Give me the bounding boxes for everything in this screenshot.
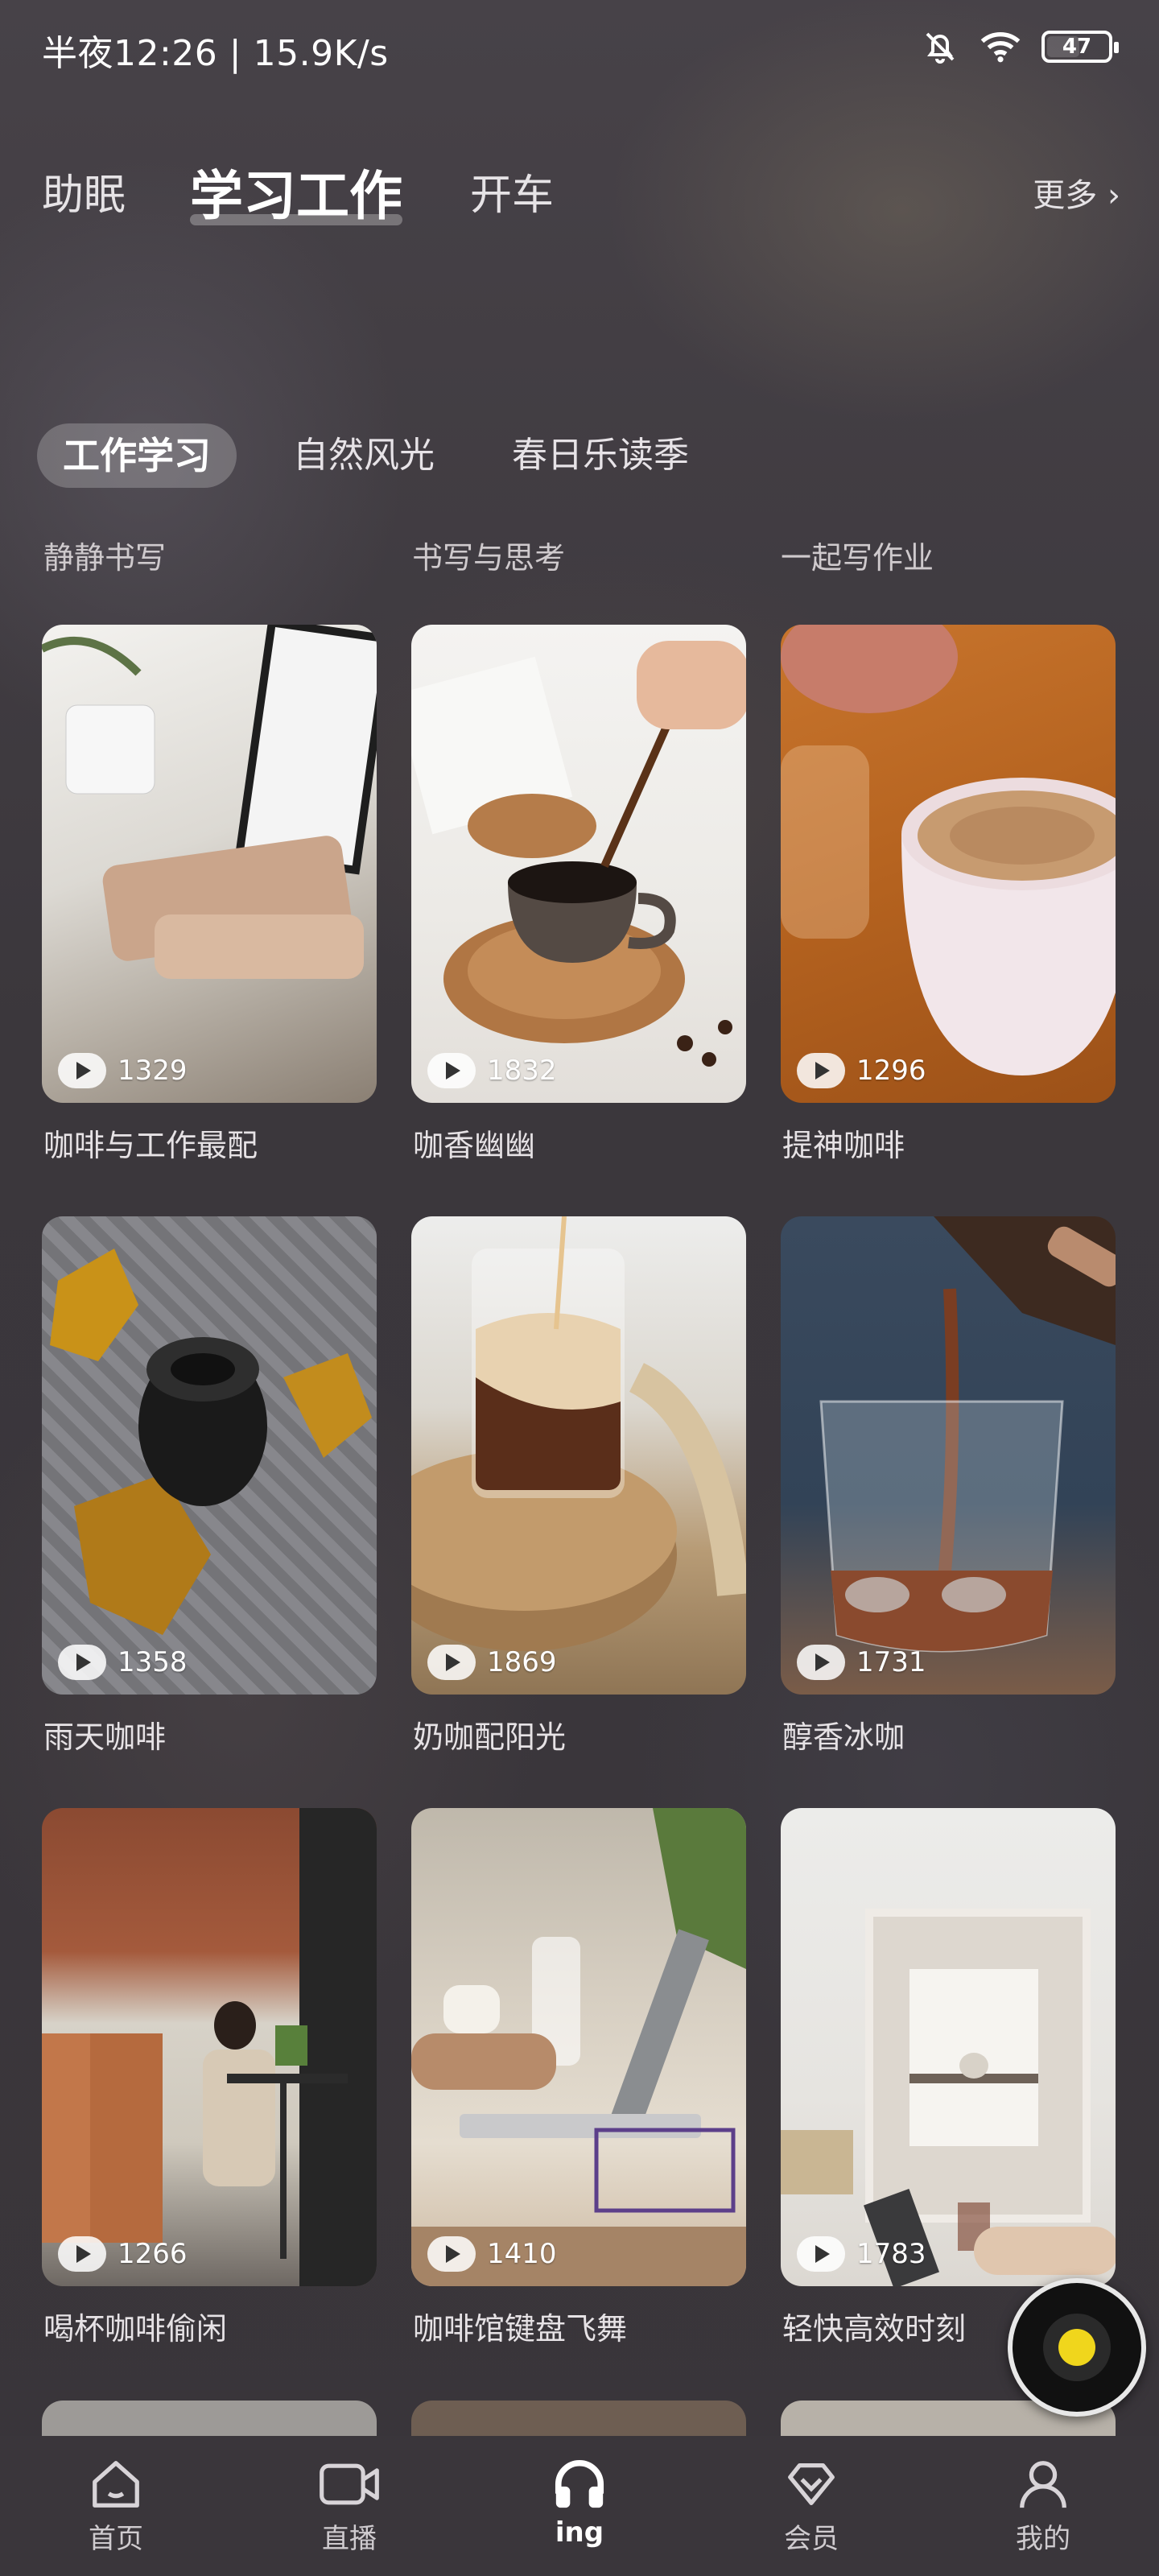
- card-image: [42, 1808, 377, 2286]
- card-image: [411, 641, 746, 1067]
- play-icon: [797, 1645, 845, 1680]
- card-title[interactable]: 咖啡馆键盘飞舞: [413, 2304, 627, 2348]
- nav-profile[interactable]: 我的: [987, 2452, 1099, 2556]
- card-image: [42, 625, 377, 979]
- card-image: [819, 1216, 1116, 1653]
- battery-icon: 47: [1041, 31, 1119, 63]
- vip-diamond-icon: [788, 2463, 835, 2505]
- floating-player-button[interactable]: [1008, 2278, 1146, 2417]
- play-icon: [427, 1053, 476, 1088]
- card-image: [411, 1808, 746, 2286]
- bottom-navigation: 首页 直播 ing 会员 我的: [0, 2436, 1159, 2576]
- play-icon: [427, 1645, 476, 1680]
- play-count: 1731: [797, 1645, 926, 1680]
- nav-label: 我的: [1016, 2523, 1070, 2555]
- card-cafe-keyboard[interactable]: 1410: [411, 1808, 746, 2286]
- play-icon: [427, 2236, 476, 2272]
- nav-vip[interactable]: 会员: [755, 2452, 868, 2556]
- wifi-icon: [980, 32, 1021, 63]
- play-count: 1869: [427, 1645, 557, 1680]
- card-coffee-break[interactable]: 1266: [42, 1808, 377, 2286]
- nav-ing[interactable]: ing: [523, 2452, 636, 2549]
- play-count: 1266: [58, 2236, 188, 2272]
- tab-study-work[interactable]: 学习工作: [190, 153, 402, 230]
- play-count: 1329: [58, 1053, 188, 1088]
- card-image: [42, 1216, 377, 1695]
- card-coffee-work[interactable]: 1329: [42, 625, 377, 1103]
- section-label[interactable]: 一起写作业: [781, 533, 934, 577]
- play-icon: [797, 2236, 845, 2272]
- nav-label: 直播: [322, 2523, 377, 2555]
- play-count: 1296: [797, 1053, 926, 1088]
- card-image: [781, 1909, 1116, 2286]
- card-peek[interactable]: [411, 2401, 746, 2436]
- home-icon: [93, 2461, 139, 2508]
- vinyl-label-dot: [1058, 2329, 1095, 2366]
- sub-tabs: 工作学习 自然风光 春日乐读季: [37, 423, 1132, 488]
- play-count: 1410: [427, 2236, 557, 2272]
- card-image: [781, 625, 1116, 1075]
- play-count: 1832: [427, 1053, 557, 1088]
- play-count: 1783: [797, 2236, 926, 2272]
- play-count: 1358: [58, 1645, 188, 1680]
- card-refresh-coffee[interactable]: 1296: [781, 625, 1116, 1103]
- subtab-nature[interactable]: 自然风光: [293, 423, 435, 488]
- tab-sleep[interactable]: 助眠: [42, 161, 126, 221]
- card-milk-coffee[interactable]: 1869: [411, 1216, 746, 1695]
- nav-label: ing: [555, 2516, 604, 2549]
- section-label[interactable]: 静静书写: [43, 533, 166, 577]
- nav-home[interactable]: 首页: [60, 2452, 172, 2556]
- card-title[interactable]: 喝杯咖啡偷闲: [43, 2304, 227, 2348]
- card-efficient-time[interactable]: 1783: [781, 1808, 1116, 2286]
- bell-off-icon: [926, 32, 955, 64]
- tab-driving[interactable]: 开车: [470, 161, 554, 221]
- card-title[interactable]: 醇香冰咖: [782, 1712, 905, 1757]
- more-label: 更多 ›: [1033, 177, 1120, 214]
- headphones-icon: [555, 2459, 604, 2508]
- subtab-spring-reading[interactable]: 春日乐读季: [512, 423, 689, 488]
- section-label[interactable]: 书写与思考: [412, 533, 565, 577]
- card-title[interactable]: 咖香幽幽: [413, 1121, 535, 1165]
- play-icon: [58, 1053, 106, 1088]
- card-title[interactable]: 提神咖啡: [782, 1121, 905, 1165]
- person-icon: [1020, 2461, 1066, 2508]
- card-title[interactable]: 奶咖配阳光: [413, 1712, 566, 1757]
- nav-label: 首页: [89, 2523, 143, 2555]
- card-image: [411, 1216, 746, 1651]
- battery-level: 47: [1062, 35, 1092, 59]
- nav-label: 会员: [784, 2523, 839, 2555]
- card-title[interactable]: 雨天咖啡: [43, 1712, 166, 1757]
- play-icon: [58, 1645, 106, 1680]
- nav-live[interactable]: 直播: [293, 2452, 406, 2556]
- video-icon: [320, 2463, 379, 2505]
- card-coffee-aroma[interactable]: 1832: [411, 625, 746, 1103]
- subtab-work-study[interactable]: 工作学习: [37, 423, 237, 488]
- top-tabs: 助眠 学习工作 开车 更多 ›: [42, 161, 1120, 242]
- card-rainy-coffee[interactable]: 1358: [42, 1216, 377, 1695]
- card-title[interactable]: 轻快高效时刻: [782, 2304, 966, 2348]
- status-time-speed: 半夜12:26 | 15.9K/s: [42, 33, 389, 74]
- card-peek[interactable]: [42, 2401, 377, 2436]
- card-iced-coffee[interactable]: 1731: [781, 1216, 1116, 1695]
- card-title[interactable]: 咖啡与工作最配: [43, 1121, 258, 1165]
- status-bar: 半夜12:26 | 15.9K/s 47: [0, 0, 1159, 105]
- play-icon: [58, 2236, 106, 2272]
- play-icon: [797, 1053, 845, 1088]
- more-link[interactable]: 更多 ›: [1033, 169, 1120, 216]
